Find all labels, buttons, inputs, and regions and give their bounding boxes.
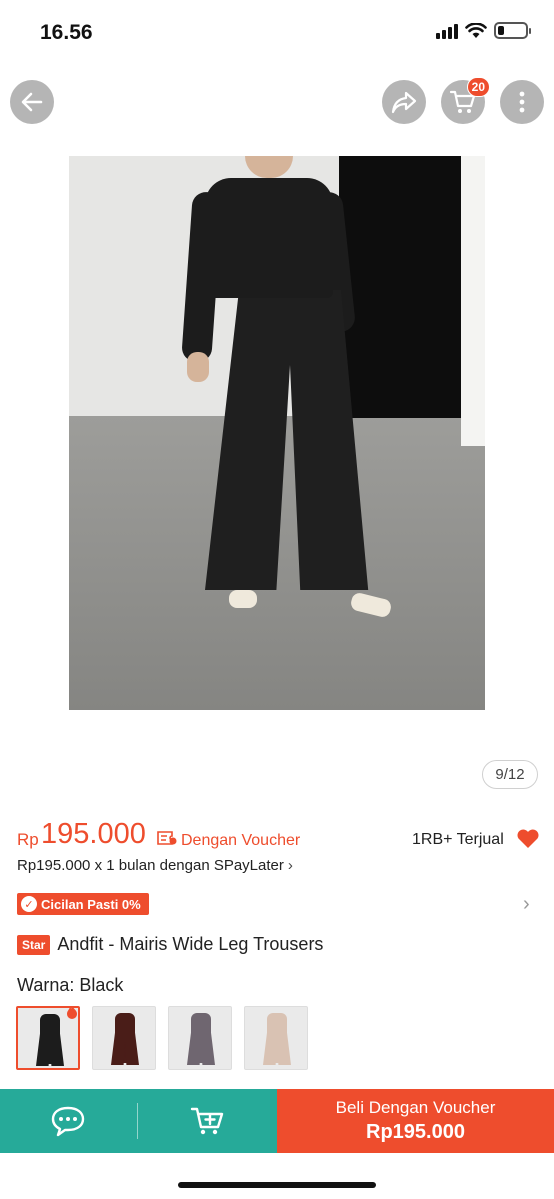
promo-chevron-right-icon[interactable]: ›	[523, 893, 530, 916]
cicilan-badge[interactable]: ✓ Cicilan Pasti 0%	[17, 893, 149, 915]
variant-thumb-black[interactable]	[16, 1006, 80, 1070]
variant-thumb-beige[interactable]	[244, 1006, 308, 1070]
variant-label: Warna:	[17, 975, 75, 995]
buy-button-price: Rp195.000	[366, 1121, 465, 1143]
status-time: 16.56	[40, 21, 93, 44]
more-vertical-icon	[519, 91, 525, 113]
product-title: Andfit - Mairis Wide Leg Trousers	[57, 934, 324, 954]
buy-button-label: Beli Dengan Voucher	[335, 1098, 496, 1117]
price-amount: 195.000	[41, 818, 146, 850]
battery-icon	[494, 22, 531, 39]
variant-thumb-brown[interactable]	[92, 1006, 156, 1070]
signal-icon	[436, 23, 458, 39]
paylater-row[interactable]: Rp195.000 x 1 bulan dengan SPayLater ›	[17, 857, 293, 874]
flame-icon	[67, 1008, 77, 1019]
status-bar: 16.56	[0, 0, 554, 64]
cart-count-badge: 20	[466, 77, 490, 97]
chat-icon[interactable]	[50, 1105, 86, 1137]
price-row: Rp 195.000 Dengan Voucher 1RB+ Terjual	[17, 818, 539, 858]
voucher-icon	[157, 831, 177, 845]
wifi-icon	[465, 22, 487, 38]
check-icon: ✓	[21, 896, 37, 912]
variant-value: Black	[79, 975, 124, 995]
bottom-left-actions	[0, 1089, 277, 1153]
back-button[interactable]	[10, 80, 54, 124]
star-badge: Star	[17, 934, 51, 955]
bottom-action-bar: Beli Dengan Voucher Rp195.000	[0, 1089, 554, 1153]
buy-with-voucher-button[interactable]: Beli Dengan Voucher Rp195.000	[277, 1089, 554, 1153]
variant-label-row: Warna: Black	[17, 975, 123, 996]
more-options-button[interactable]	[500, 80, 544, 124]
add-to-cart-icon[interactable]	[190, 1105, 226, 1137]
sold-count: 1RB+ Terjual	[412, 831, 504, 848]
product-image[interactable]	[69, 156, 485, 710]
product-title-row: Star Andfit - Mairis Wide Leg Trousers	[17, 934, 323, 955]
chevron-right-icon: ›	[287, 857, 293, 874]
share-icon	[391, 91, 417, 114]
heart-icon[interactable]	[516, 829, 540, 849]
cicilan-label: Cicilan Pasti 0%	[41, 896, 141, 912]
status-icons	[436, 22, 531, 39]
price-currency: Rp	[17, 830, 39, 849]
image-counter: 9/12	[482, 760, 538, 789]
variant-thumb-grey[interactable]	[168, 1006, 232, 1070]
cart-button[interactable]: 20	[441, 77, 490, 124]
voucher-label[interactable]: Dengan Voucher	[181, 832, 300, 850]
paylater-text: Rp195.000 x 1 bulan dengan SPayLater	[17, 857, 284, 874]
home-indicator	[178, 1182, 376, 1188]
back-arrow-icon	[21, 92, 43, 112]
variant-thumbnails	[16, 1006, 308, 1070]
share-button[interactable]	[382, 80, 426, 124]
